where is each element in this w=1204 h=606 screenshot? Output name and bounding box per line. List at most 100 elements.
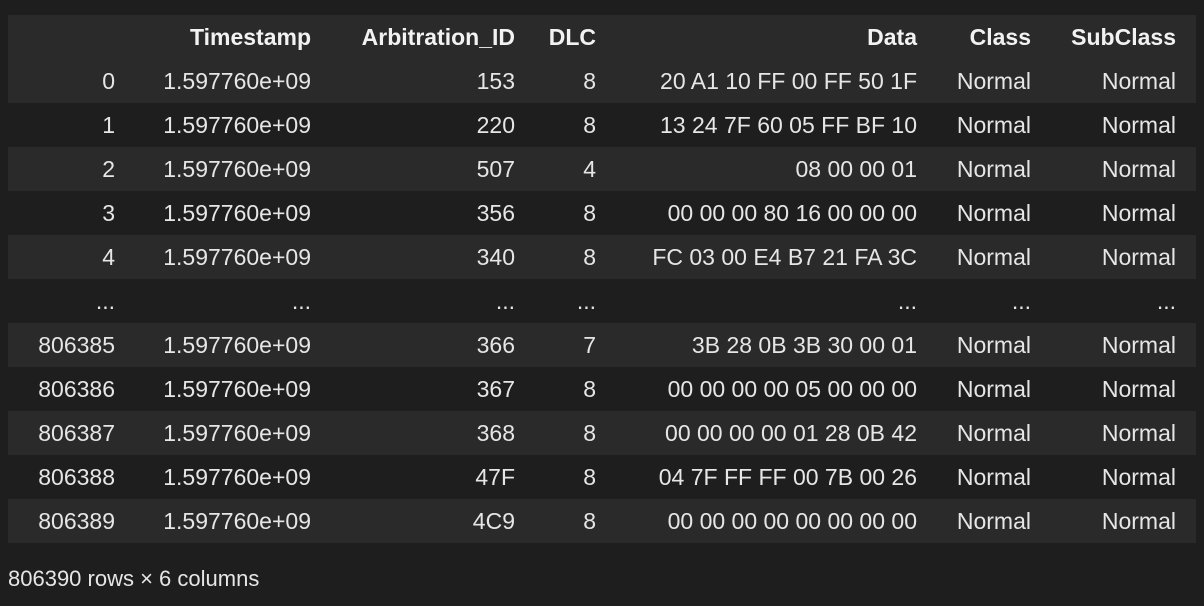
table-row: 4 1.597760e+09 340 8 FC 03 00 E4 B7 21 FA 3C… — [8, 235, 1196, 279]
table-row: 806385 1.597760e+09 366 7 3B 28 0B 3B 30 00 … — [8, 323, 1196, 367]
column-header-arbitration-id: Arbitration_ID — [361, 23, 515, 50]
cell-timestamp: 1.597760e+09 — [163, 507, 311, 534]
table-row: 806386 1.597760e+09 367 8 00 00 00 00 05 00 … — [8, 367, 1196, 411]
table-row: 0 1.597760e+09 153 8 20 A1 10 FF 00 FF 50 1F… — [8, 59, 1196, 103]
cell-arbitration-id: 220 — [476, 111, 515, 138]
dataframe-output: Timestamp Arbitration_ID DLC Data Class … — [8, 15, 1196, 543]
cell-data: 08 00 00 01 — [795, 155, 917, 182]
dataframe-shape-summary: 806390 rows × 6 columns — [8, 566, 260, 591]
cell-arbitration-id: 366 — [476, 331, 515, 358]
cell-dlc: 8 — [583, 111, 596, 138]
cell-subclass: Normal — [1101, 331, 1176, 358]
ellipsis-row: ..................... — [8, 279, 1196, 323]
cell-arbitration-id: ... — [495, 287, 515, 314]
cell-class: Normal — [956, 419, 1031, 446]
cell-timestamp: 1.597760e+09 — [163, 67, 311, 94]
cell-arbitration-id: 4C9 — [472, 507, 515, 534]
row-index: ... — [95, 287, 115, 314]
row-index: 806389 — [38, 507, 115, 534]
cell-timestamp: 1.597760e+09 — [163, 463, 311, 490]
row-index: 3 — [102, 199, 115, 226]
cell-timestamp: 1.597760e+09 — [163, 375, 311, 402]
cell-data: 3B 28 0B 3B 30 00 01 — [691, 331, 917, 358]
cell-dlc: 7 — [583, 331, 596, 358]
cell-arbitration-id: 47F — [475, 463, 515, 490]
table-row: 1 1.597760e+09 220 8 13 24 7F 60 05 FF BF 10… — [8, 103, 1196, 147]
row-index: 806388 — [38, 463, 115, 490]
row-index: 806386 — [38, 375, 115, 402]
cell-dlc: 8 — [583, 375, 596, 402]
cell-subclass: Normal — [1101, 419, 1176, 446]
cell-timestamp: 1.597760e+09 — [163, 419, 311, 446]
cell-arbitration-id: 368 — [476, 419, 515, 446]
row-index: 4 — [102, 243, 115, 270]
cell-data: FC 03 00 E4 B7 21 FA 3C — [652, 243, 917, 270]
cell-class: Normal — [956, 243, 1031, 270]
row-index: 1 — [102, 111, 115, 138]
cell-data: 00 00 00 00 05 00 00 00 — [667, 375, 917, 402]
cell-data: 00 00 00 00 01 28 0B 42 — [665, 419, 917, 446]
cell-subclass: Normal — [1101, 243, 1176, 270]
table-row: 3 1.597760e+09 356 8 00 00 00 80 16 00 00 00… — [8, 191, 1196, 235]
row-index: 806385 — [38, 331, 115, 358]
cell-arbitration-id: 356 — [476, 199, 515, 226]
table-row: 806389 1.597760e+09 4C9 8 00 00 00 00 00 00 … — [8, 499, 1196, 543]
index-header — [8, 15, 135, 59]
cell-timestamp: 1.597760e+09 — [163, 155, 311, 182]
cell-class: ... — [1011, 287, 1031, 314]
cell-subclass: Normal — [1101, 155, 1176, 182]
table-row: 806387 1.597760e+09 368 8 00 00 00 00 01 28 … — [8, 411, 1196, 455]
cell-class: Normal — [956, 463, 1031, 490]
cell-data: 20 A1 10 FF 00 FF 50 1F — [660, 67, 917, 94]
cell-subclass: Normal — [1101, 199, 1176, 226]
header-row: Timestamp Arbitration_ID DLC Data Class … — [8, 15, 1196, 59]
cell-class: Normal — [956, 507, 1031, 534]
table-header: Timestamp Arbitration_ID DLC Data Class … — [8, 15, 1196, 59]
cell-dlc: 8 — [583, 199, 596, 226]
row-index: 0 — [102, 67, 115, 94]
table-body: 0 1.597760e+09 153 8 20 A1 10 FF 00 FF 50 1F… — [8, 59, 1196, 543]
cell-data: 13 24 7F 60 05 FF BF 10 — [660, 111, 917, 138]
cell-subclass: Normal — [1101, 463, 1176, 490]
cell-timestamp: 1.597760e+09 — [163, 111, 311, 138]
cell-class: Normal — [956, 331, 1031, 358]
column-header-class: Class — [969, 23, 1031, 50]
cell-data: ... — [897, 287, 917, 314]
row-index: 806387 — [38, 419, 115, 446]
cell-subclass: Normal — [1101, 67, 1176, 94]
cell-dlc: 8 — [583, 463, 596, 490]
column-header-dlc: DLC — [548, 23, 596, 50]
cell-timestamp: ... — [291, 287, 311, 314]
cell-subclass: ... — [1156, 287, 1176, 314]
cell-timestamp: 1.597760e+09 — [163, 331, 311, 358]
table-row: 2 1.597760e+09 507 4 08 00 00 01 Normal Normal — [8, 147, 1196, 191]
cell-timestamp: 1.597760e+09 — [163, 243, 311, 270]
cell-class: Normal — [956, 375, 1031, 402]
cell-subclass: Normal — [1101, 111, 1176, 138]
cell-subclass: Normal — [1101, 507, 1176, 534]
column-header-subclass: SubClass — [1071, 23, 1176, 50]
cell-class: Normal — [956, 155, 1031, 182]
cell-class: Normal — [956, 199, 1031, 226]
column-header-timestamp: Timestamp — [189, 23, 311, 50]
cell-arbitration-id: 340 — [476, 243, 515, 270]
table-row: 806388 1.597760e+09 47F 8 04 7F FF FF 00 7B … — [8, 455, 1196, 499]
cell-dlc: 4 — [583, 155, 596, 182]
cell-dlc: 8 — [583, 243, 596, 270]
cell-subclass: Normal — [1101, 375, 1176, 402]
cell-dlc: 8 — [583, 419, 596, 446]
cell-dlc: 8 — [583, 507, 596, 534]
cell-data: 04 7F FF FF 00 7B 00 26 — [658, 463, 917, 490]
dataframe-table: Timestamp Arbitration_ID DLC Data Class … — [8, 15, 1196, 543]
cell-data: 00 00 00 00 00 00 00 00 — [667, 507, 917, 534]
cell-dlc: ... — [576, 287, 596, 314]
cell-timestamp: 1.597760e+09 — [163, 199, 311, 226]
cell-arbitration-id: 367 — [476, 375, 515, 402]
cell-class: Normal — [956, 111, 1031, 138]
cell-data: 00 00 00 80 16 00 00 00 — [667, 199, 917, 226]
cell-arbitration-id: 507 — [476, 155, 515, 182]
cell-dlc: 8 — [583, 67, 596, 94]
column-header-data: Data — [867, 23, 917, 50]
row-index: 2 — [102, 155, 115, 182]
cell-class: Normal — [956, 67, 1031, 94]
